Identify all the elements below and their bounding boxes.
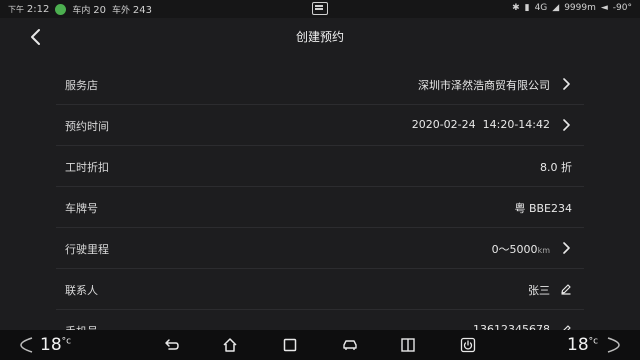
row-value: 深圳市泽然浩商贸有限公司 (418, 79, 550, 92)
power-icon[interactable] (460, 337, 476, 353)
status-time: 下午 2:12 (8, 4, 49, 15)
chevron-right-icon[interactable] (560, 119, 572, 131)
split-screen-icon[interactable] (400, 337, 416, 353)
row-contact[interactable]: 联系人 张三 (56, 269, 584, 310)
left-temp[interactable]: 18°c (40, 335, 71, 355)
bluetooth-icon: ✱ (512, 3, 520, 13)
status-right: ✱ ▮ 4G ◢ 9999m ◄ -90° (512, 3, 632, 13)
row-label: 联系人 (65, 284, 98, 297)
row-plate-number: 车牌号 粤 BBE234 (56, 187, 584, 228)
network-type: 4G (534, 3, 548, 13)
ac-status-icon (55, 4, 67, 15)
chevron-right-icon[interactable] (560, 242, 572, 254)
return-icon[interactable] (163, 337, 179, 353)
left-temp-unit: °c (61, 336, 72, 347)
row-value: 0～5000km (492, 241, 550, 257)
row-label: 车牌号 (65, 202, 98, 215)
row-value: 2020-02-24 14:20-14:42 (411, 118, 550, 131)
right-temp-value: 18 (567, 335, 589, 355)
outside-temp-value: 243 (132, 5, 152, 16)
right-temp-unit: °c (588, 336, 599, 347)
row-value: 粤 BBE234 (514, 202, 572, 215)
row-mileage[interactable]: 行驶里程 0～5000km (56, 228, 584, 269)
home-icon[interactable] (222, 337, 238, 353)
right-temp[interactable]: 18°c (567, 335, 598, 355)
appointment-form: 服务店 深圳市泽然浩商贸有限公司 预约时间 2020-02-24 14:20-1… (56, 64, 584, 351)
row-label: 工时折扣 (65, 161, 109, 174)
system-nav-bar: 18°c 18°c (0, 330, 640, 360)
left-climate-arc-icon (20, 337, 33, 353)
row-labor-discount: 工时折扣 8.0 折 (56, 146, 584, 187)
recent-apps-icon[interactable] (282, 337, 298, 353)
row-value: 8.0 折 (540, 161, 572, 174)
left-temp-value: 18 (40, 335, 62, 355)
car-icon[interactable] (342, 337, 358, 353)
row-label: 预约时间 (65, 120, 109, 133)
mileage-value: 0～5000 (491, 243, 538, 256)
inside-temp-value: 20 (93, 5, 106, 16)
page-title: 创建预约 (295, 30, 344, 44)
signal-icon: ▮ (524, 3, 530, 13)
row-value: 张三 (528, 284, 550, 297)
row-label: 服务店 (65, 79, 98, 92)
outside-temp-label: 车外 (111, 6, 130, 16)
distance-readout: 9999m (564, 3, 596, 13)
location-icon: ◢ (552, 3, 560, 13)
inside-temp: 车内 20 (72, 3, 106, 16)
outside-temp: 车外 243 (112, 3, 152, 16)
edit-icon[interactable] (560, 283, 572, 295)
row-label: 行驶里程 (65, 243, 109, 256)
page-header: 创建预约 (0, 18, 640, 58)
status-ampm: 下午 (8, 5, 24, 14)
mileage-unit: km (537, 246, 550, 255)
compass-icon: ◄ (600, 3, 608, 13)
compass-readout: -90° (612, 3, 632, 13)
row-service-store[interactable]: 服务店 深圳市泽然浩商贸有限公司 (56, 64, 584, 105)
status-left: 下午 2:12 车内 20 车外 243 (8, 3, 152, 16)
row-appointment-time[interactable]: 预约时间 2020-02-24 14:20-14:42 (56, 105, 584, 146)
inside-temp-label: 车内 (72, 6, 91, 16)
status-bar: 下午 2:12 车内 20 车外 243 ✱ ▮ 4G ◢ 9999m ◄ -9… (0, 0, 640, 18)
chevron-right-icon[interactable] (560, 78, 572, 90)
notification-icon[interactable] (312, 2, 328, 15)
right-climate-arc-icon (607, 337, 620, 353)
status-time-value: 2:12 (26, 4, 50, 15)
